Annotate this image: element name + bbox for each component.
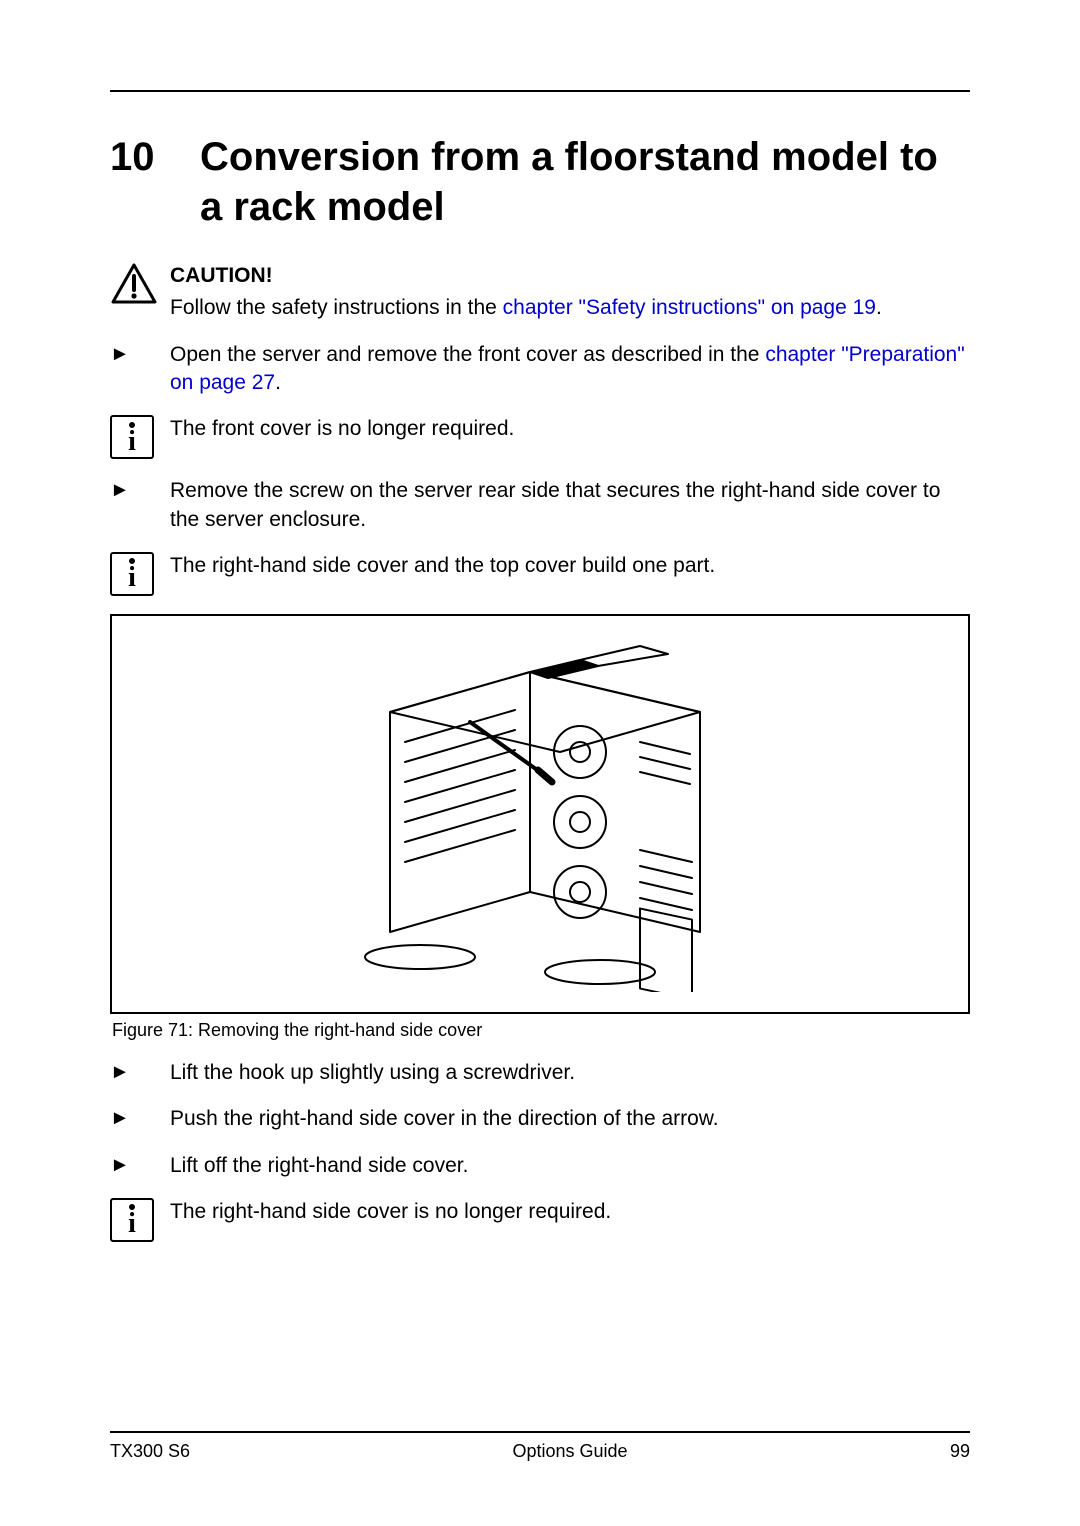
info-3: i The right-hand side cover is no longer…: [110, 1198, 970, 1242]
bullet-icon: [110, 341, 170, 366]
chapter-title: Conversion from a floorstand model to a …: [200, 132, 960, 232]
page-footer: TX300 S6 Options Guide 99: [110, 1431, 970, 1462]
step1-post: .: [275, 371, 281, 394]
caution-post: .: [876, 296, 882, 319]
step-3-text: Lift the hook up slightly using a screwd…: [170, 1059, 970, 1087]
footer-doc-title: Options Guide: [512, 1441, 627, 1462]
info-icon: i: [110, 415, 170, 459]
caution-block: CAUTION! Follow the safety instructions …: [110, 262, 970, 323]
info-icon: i: [110, 552, 170, 596]
footer-model: TX300 S6: [110, 1441, 190, 1462]
step-1: Open the server and remove the front cov…: [110, 341, 970, 398]
info-icon: i: [110, 1198, 170, 1242]
info-1-text: The front cover is no longer required.: [170, 415, 970, 443]
caution-label: CAUTION!: [170, 262, 970, 290]
info-2-text: The right-hand side cover and the top co…: [170, 552, 970, 580]
bullet-icon: [110, 1105, 170, 1130]
step-1-text: Open the server and remove the front cov…: [170, 341, 970, 398]
server-illustration: [280, 632, 800, 997]
step-5-text: Lift off the right-hand side cover.: [170, 1152, 970, 1180]
step-5: Lift off the right-hand side cover.: [110, 1152, 970, 1180]
step1-pre: Open the server and remove the front cov…: [170, 343, 765, 366]
bullet-icon: [110, 1152, 170, 1177]
step-2: Remove the screw on the server rear side…: [110, 477, 970, 534]
info-3-text: The right-hand side cover is no longer r…: [170, 1198, 970, 1226]
chapter-number: 10: [110, 132, 200, 182]
footer-rule: [110, 1431, 970, 1433]
step-2-text: Remove the screw on the server rear side…: [170, 477, 970, 534]
bullet-icon: [110, 477, 170, 502]
step-3: Lift the hook up slightly using a screwd…: [110, 1059, 970, 1087]
caution-link[interactable]: chapter "Safety instructions" on page 19: [503, 296, 876, 319]
bullet-icon: [110, 1059, 170, 1084]
step-4-text: Push the right-hand side cover in the di…: [170, 1105, 970, 1133]
figure-71: [110, 614, 970, 1014]
top-rule: [110, 90, 970, 92]
step-4: Push the right-hand side cover in the di…: [110, 1105, 970, 1133]
caution-icon: [110, 262, 170, 306]
info-2: i The right-hand side cover and the top …: [110, 552, 970, 596]
caution-text: CAUTION! Follow the safety instructions …: [170, 262, 970, 323]
chapter-heading: 10Conversion from a floorstand model to …: [110, 132, 970, 232]
caution-pre: Follow the safety instructions in the: [170, 296, 503, 319]
page: 10Conversion from a floorstand model to …: [0, 0, 1080, 1526]
figure-caption: Figure 71: Removing the right-hand side …: [112, 1020, 970, 1041]
footer-page-number: 99: [950, 1441, 970, 1462]
info-1: i The front cover is no longer required.: [110, 415, 970, 459]
